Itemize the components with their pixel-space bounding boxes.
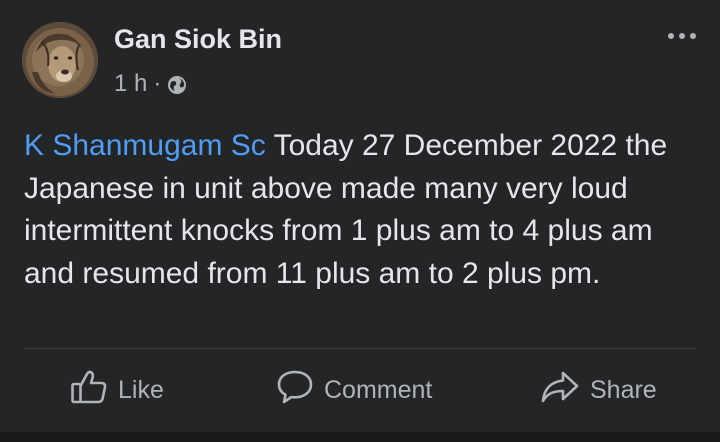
more-options-icon[interactable] xyxy=(664,26,700,46)
comment-button[interactable]: Comment xyxy=(276,370,432,410)
like-label: Like xyxy=(118,375,164,404)
lion-avatar-image xyxy=(22,22,98,98)
thumbs-up-icon xyxy=(70,369,108,412)
post-card: Gan Siok Bin 1 h · K Shanmugam Sc Today … xyxy=(0,0,720,432)
post-time[interactable]: 1 h xyxy=(114,70,147,98)
mention-link[interactable]: K Shanmugam Sc xyxy=(24,129,266,162)
comment-bubble-icon xyxy=(276,369,314,412)
avatar[interactable] xyxy=(22,22,98,98)
globe-icon[interactable] xyxy=(167,74,187,94)
feed-separator xyxy=(0,432,720,442)
comment-label: Comment xyxy=(324,375,433,404)
action-bar: Like Comment Share xyxy=(0,352,720,430)
share-button[interactable]: Share xyxy=(540,370,657,410)
like-button[interactable]: Like xyxy=(70,370,164,410)
post-body: K Shanmugam Sc Today 27 December 2022 th… xyxy=(24,125,696,295)
share-label: Share xyxy=(590,375,657,404)
divider xyxy=(24,348,696,349)
share-arrow-icon xyxy=(540,369,580,412)
author-name[interactable]: Gan Siok Bin xyxy=(114,24,282,55)
post-meta: 1 h · xyxy=(114,70,187,98)
meta-separator: · xyxy=(153,70,162,97)
